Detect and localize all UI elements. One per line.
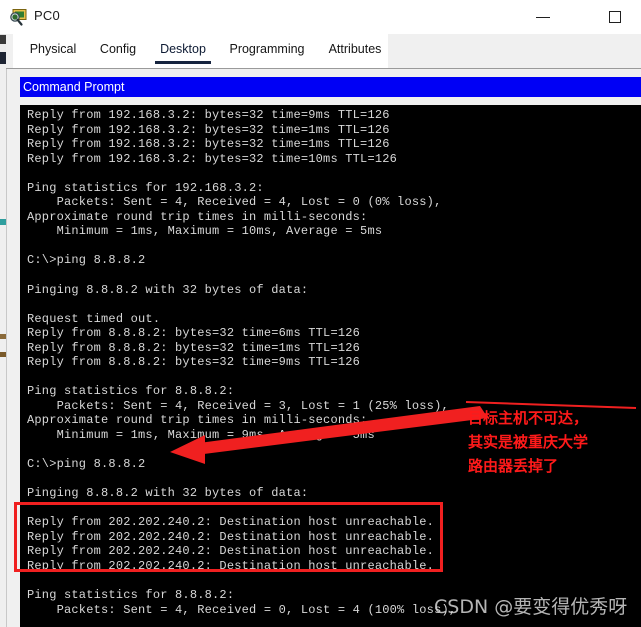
terminal-line: Packets: Sent = 4, Received = 4, Lost = … — [27, 195, 442, 210]
terminal-line: Ping statistics for 8.8.8.2: — [27, 588, 235, 603]
terminal-line: Reply from 192.168.3.2: bytes=32 time=9m… — [27, 108, 390, 122]
tabstrip: Physical Config Desktop Programming Attr… — [13, 34, 388, 68]
terminal-line: Packets: Sent = 4, Received = 0, Lost = … — [27, 602, 457, 617]
terminal-line: Reply from 202.202.240.2: Destination ho… — [27, 544, 435, 559]
terminal-line: Minimum = 1ms, Maximum = 10ms, Average =… — [27, 224, 383, 239]
maximize-button[interactable] — [593, 0, 637, 34]
terminal-line: Reply from 8.8.8.2: bytes=32 time=6ms TT… — [27, 326, 361, 341]
terminal-line: Reply from 202.202.240.2: Destination ho… — [27, 558, 435, 573]
window-titlebar: PC0 — [0, 0, 641, 35]
terminal-line: Reply from 202.202.240.2: Destination ho… — [27, 529, 435, 544]
command-prompt-title: Command Prompt — [23, 80, 125, 94]
terminal-line: Request timed out. — [27, 311, 161, 326]
terminal-line: Reply from 202.202.240.2: Destination ho… — [27, 515, 435, 530]
tab-attributes[interactable]: Attributes — [319, 34, 391, 68]
maximize-icon — [609, 11, 621, 23]
terminal-line: Approximate round trip times in milli-se… — [27, 413, 368, 428]
terminal-line: Reply from 8.8.8.2: bytes=32 time=9ms TT… — [27, 355, 361, 370]
content-separator — [6, 68, 641, 69]
terminal-line: Packets: Sent = 4, Received = 3, Lost = … — [27, 398, 449, 413]
packet-tracer-pc-icon — [9, 7, 29, 27]
terminal-line: C:\>ping 8.8.8.2 — [27, 457, 146, 472]
terminal-line: C:\>ping 8.8.8.2 — [27, 253, 146, 268]
tab-programming[interactable]: Programming — [219, 34, 315, 68]
terminal-line: Reply from 8.8.8.2: bytes=32 time=1ms TT… — [27, 340, 361, 355]
command-prompt-titlebar[interactable]: Command Prompt — [20, 77, 641, 97]
minimize-button[interactable] — [522, 0, 566, 34]
terminal-line: Ping statistics for 8.8.8.2: — [27, 384, 235, 399]
terminal-output-area[interactable]: Reply from 192.168.3.2: bytes=32 time=9m… — [20, 105, 641, 627]
minimize-icon — [536, 17, 550, 18]
tab-desktop[interactable]: Desktop — [151, 34, 215, 68]
terminal-line: Ping statistics for 192.168.3.2: — [27, 180, 264, 195]
background-window-sliver — [0, 34, 7, 627]
terminal-line: Reply from 192.168.3.2: bytes=32 time=1m… — [27, 122, 390, 137]
terminal-line: Reply from 192.168.3.2: bytes=32 time=1m… — [27, 137, 390, 152]
terminal-line: Pinging 8.8.8.2 with 32 bytes of data: — [27, 486, 309, 501]
tab-config[interactable]: Config — [89, 34, 147, 68]
terminal-line: Minimum = 1ms, Maximum = 9ms, Average = … — [27, 428, 375, 443]
terminal-line: Approximate round trip times in milli-se… — [27, 209, 368, 224]
tab-physical[interactable]: Physical — [19, 34, 87, 68]
pc0-window: PC0 Physical Config Desktop Programming … — [0, 0, 641, 627]
window-title: PC0 — [34, 8, 60, 23]
terminal-line: Pinging 8.8.8.2 with 32 bytes of data: — [27, 282, 309, 297]
terminal-text: Reply from 192.168.3.2: bytes=32 time=9m… — [27, 108, 641, 627]
terminal-line: Reply from 192.168.3.2: bytes=32 time=10… — [27, 151, 398, 166]
